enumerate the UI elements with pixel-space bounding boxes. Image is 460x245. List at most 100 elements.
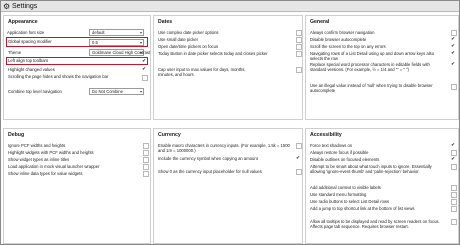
debug-widget-types-checkbox[interactable] [143, 157, 149, 163]
combine-select[interactable]: Do Not Combine ▾ [89, 88, 144, 95]
gear-icon: ⚙ [3, 2, 11, 11]
a11y-jump-to-top-checkbox[interactable] [451, 206, 457, 212]
date-cap-text: Cap user input to max values for days, m… [158, 67, 246, 77]
left-align-checkbox[interactable]: ✔ [142, 58, 146, 63]
date-option-cap: Cap user input to max values for days, m… [158, 67, 258, 77]
debug-inline-types-checkbox[interactable] [143, 171, 149, 177]
date-focus-checkbox[interactable] [296, 44, 302, 50]
a11y-radio-buttons: Use radio buttons to select List Detail … [310, 199, 390, 204]
currency-symbol-text: Include the currency symbol when copying… [158, 156, 258, 161]
date-complex-checkbox[interactable] [296, 30, 302, 36]
a11y-text-shadows-checkbox[interactable]: ✔ [451, 142, 455, 147]
debug-mock-launcher-checkbox[interactable] [143, 164, 149, 170]
general-replace-chars-checkbox[interactable]: ✔ [451, 61, 455, 66]
highlight-changed-label: Highlight changed values [8, 67, 55, 72]
currency-heading: Currency [158, 132, 181, 138]
title-bar: ⚙ Settings [1, 1, 459, 12]
chevron-down-icon: ▾ [139, 89, 142, 94]
currency-macro-checkbox[interactable] [296, 143, 302, 149]
a11y-tooltips: Allow all tooltips to be displayed and r… [310, 219, 444, 229]
a11y-standard-menu: Use standard menu formatting [310, 192, 367, 197]
debug-ignore-pcf: Ignore PCF widths and heights [8, 143, 66, 148]
general-illegal-value: Use an illegal value instead of 'null' w… [310, 83, 443, 93]
theme-label: Theme [8, 50, 22, 55]
date-option-small: Use small date picker [158, 37, 199, 42]
chevron-down-icon: ▾ [139, 30, 142, 35]
general-arrow-keys-text: Navigating rows of a List Detail using u… [310, 51, 435, 61]
a11y-disable-outlines: Disable outlines on focused elements [310, 157, 380, 162]
general-replace-chars-text: Replace special word processor character… [310, 62, 430, 72]
debug-ignore-pcf-checkbox[interactable] [143, 143, 149, 149]
a11y-touch-inputs-text: Attempt to be smart about what touch inp… [310, 164, 432, 174]
scrolling-label: Scrolling the page hides and shows the n… [8, 74, 113, 79]
general-illegal-value-text: Use an illegal value instead of 'null' w… [310, 83, 433, 93]
date-cap-checkbox[interactable] [296, 67, 302, 73]
general-disable-autocomplete-checkbox[interactable]: ✔ [451, 36, 455, 41]
a11y-restore-focus-checkbox[interactable] [451, 150, 457, 156]
general-illegal-value-checkbox[interactable] [451, 84, 457, 90]
currency-symbol-checkbox[interactable]: ✔ [296, 155, 300, 160]
general-confirm-nav: Always confirm browser navigation [310, 30, 375, 35]
a11y-additional-context: Add additional context to visible labels [310, 185, 381, 190]
global-spacing-select[interactable]: 0.5 ▾ [89, 39, 144, 46]
combine-value: Do Not Combine [92, 89, 123, 94]
theme-select[interactable]: Goldmane Cloud High Contrast ▾ [89, 49, 150, 56]
general-panel: General Always confirm browser navigatio… [305, 15, 459, 120]
window-title: Settings [12, 3, 38, 10]
a11y-standard-menu-checkbox[interactable] [451, 192, 457, 198]
dates-heading: Dates [158, 19, 173, 25]
debug-panel: Debug Ignore PCF widths and heights High… [3, 128, 151, 244]
currency-zero-checkbox[interactable] [296, 169, 302, 175]
dates-panel: Dates Use complex date picker options Us… [153, 15, 303, 120]
debug-highlight-pcf-checkbox[interactable] [143, 150, 149, 156]
global-spacing-value: 0.5 [92, 40, 98, 45]
general-scroll-top: Scroll the screen to the top on any erro… [310, 44, 386, 49]
appearance-panel: Appearance Application font size default… [3, 15, 151, 120]
a11y-touch-inputs: Attempt to be smart about what touch inp… [310, 164, 444, 174]
a11y-additional-context-checkbox[interactable] [451, 185, 457, 191]
font-size-label: Application font size [7, 30, 45, 35]
date-today-checkbox[interactable] [296, 51, 302, 57]
a11y-jump-to-top: Add a jump to top shortcut link at the b… [310, 206, 444, 211]
accessibility-panel: Accessibility Force text shadows on ✔ Al… [305, 128, 459, 244]
combine-label: Combine top level navigation [8, 89, 62, 94]
appearance-heading: Appearance [8, 19, 38, 25]
a11y-tooltips-text: Allow all tooltips to be displayed and r… [310, 219, 440, 229]
debug-heading: Debug [8, 132, 25, 138]
scrolling-checkbox[interactable] [142, 75, 148, 81]
currency-zero: Show 0 as the currency input placeholder… [158, 169, 283, 174]
currency-zero-text: Show 0 as the currency input placeholder… [158, 169, 262, 174]
currency-symbol: Include the currency symbol when copying… [158, 156, 283, 161]
settings-window: ⚙ Settings Appearance Application font s… [0, 0, 460, 245]
font-size-select[interactable]: default ▾ [89, 29, 144, 36]
date-small-checkbox[interactable] [296, 37, 302, 43]
a11y-tooltips-checkbox[interactable] [451, 219, 457, 225]
highlight-changed-checkbox[interactable]: ✔ [142, 66, 146, 71]
general-disable-autocomplete: Disable browser autocomplete [310, 37, 367, 42]
debug-highlight-pcf: Highlight widgets with PCF widths and he… [8, 150, 94, 155]
font-size-value: default [92, 30, 105, 35]
a11y-text-shadows: Force text shadows on [310, 143, 353, 148]
general-arrow-keys-checkbox[interactable]: ✔ [451, 50, 455, 55]
date-option-today: Today Button in date picker selects toda… [158, 51, 288, 56]
date-today-text: Today Button in date picker selects toda… [158, 51, 268, 56]
chevron-down-icon: ▾ [139, 40, 142, 45]
chevron-down-icon: ▾ [139, 50, 142, 55]
currency-macro: Enable macro characters in currency inpu… [158, 143, 290, 153]
date-option-focus: Open date/time pickers on focus [158, 44, 219, 49]
debug-inline-types: Show inline data types for value widgets [8, 171, 83, 176]
left-align-label: Left align top toolbars [8, 58, 49, 63]
currency-macro-text: Enable macro characters in currency inpu… [158, 143, 290, 153]
general-arrow-keys: Navigating rows of a List Detail using u… [310, 51, 443, 61]
general-confirm-nav-checkbox[interactable] [451, 30, 457, 36]
debug-mock-launcher: Load application in mock visual launcher… [8, 164, 100, 169]
scrolling-text: Scrolling the page hides and shows the n… [8, 74, 109, 79]
general-scroll-top-checkbox[interactable]: ✔ [451, 43, 455, 48]
a11y-touch-inputs-checkbox[interactable] [451, 164, 457, 170]
a11y-disable-outlines-checkbox[interactable]: ✔ [451, 156, 455, 161]
accessibility-heading: Accessibility [310, 132, 342, 138]
date-option-complex: Use complex date picker options [158, 30, 219, 35]
debug-widget-types: Show widget types as inline titles [8, 157, 70, 162]
a11y-radio-buttons-checkbox[interactable] [451, 199, 457, 205]
global-spacing-label: Global spacing modifier [8, 39, 52, 44]
